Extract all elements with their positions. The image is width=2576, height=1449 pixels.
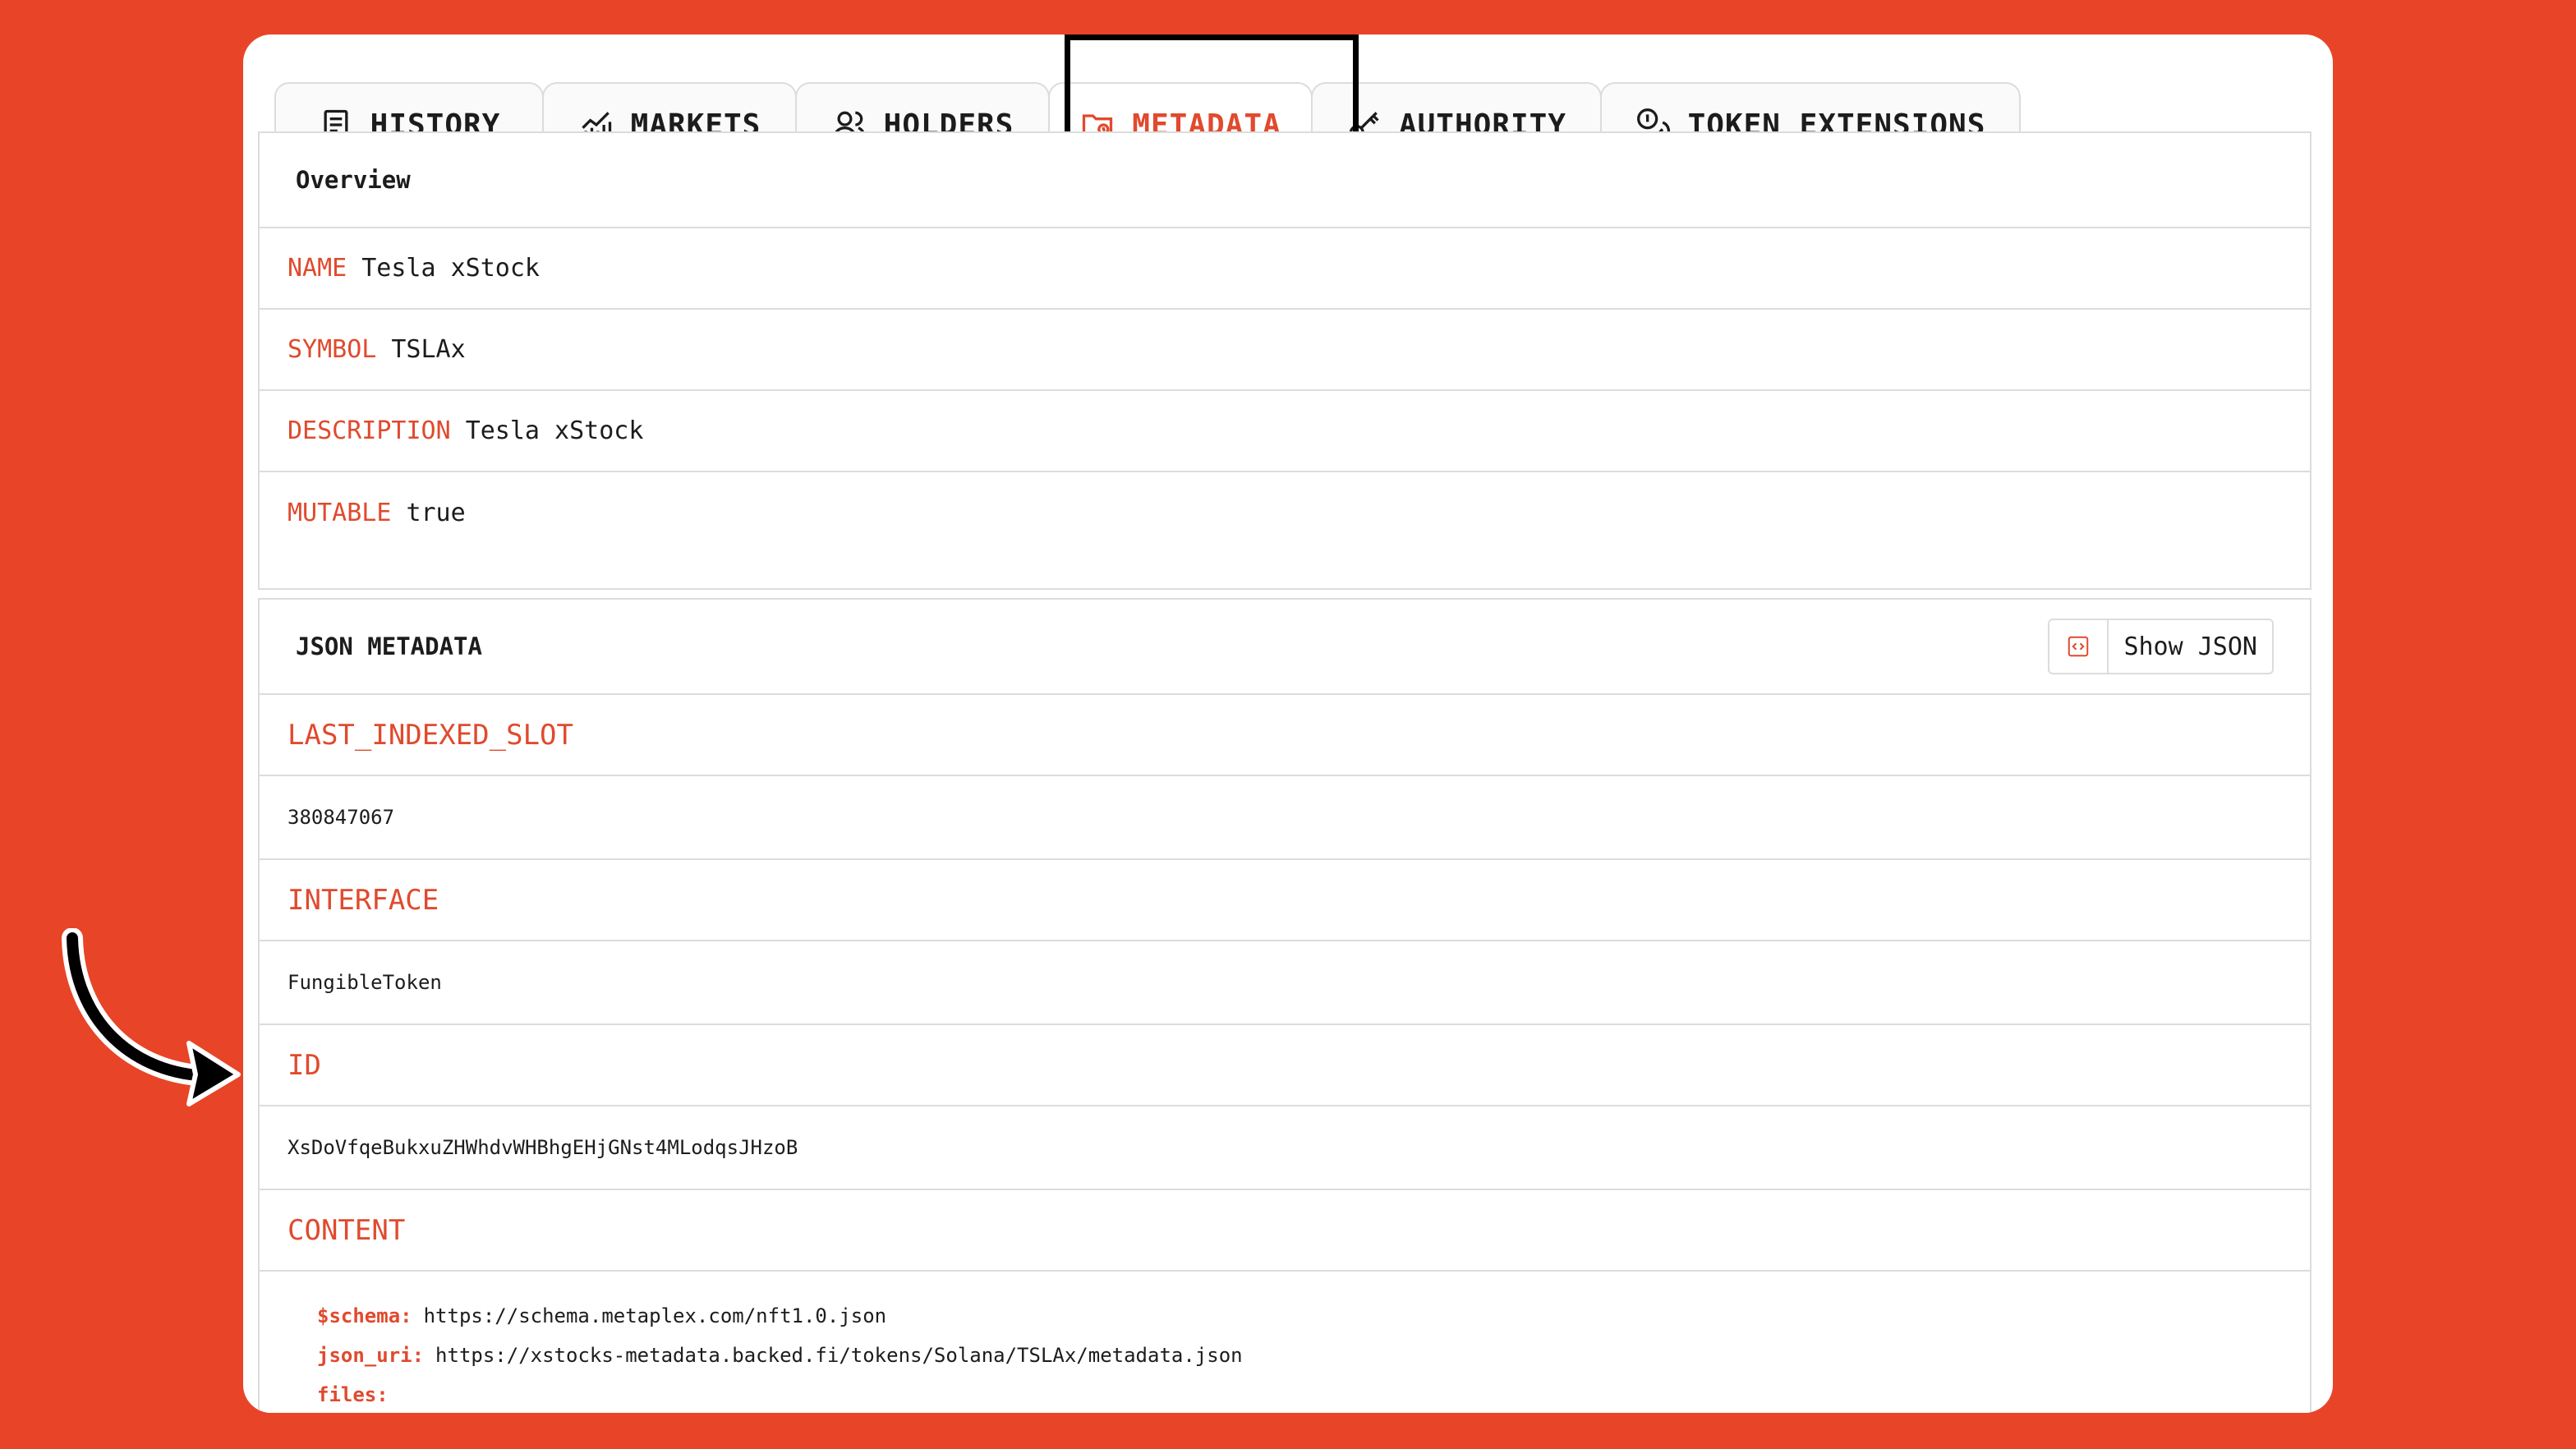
field-key: SYMBOL bbox=[288, 335, 377, 364]
field-value-last-indexed-slot: 380847067 bbox=[260, 776, 2310, 860]
field-key: NAME bbox=[288, 254, 347, 283]
metadata-panel: HISTORY MARKETS HOLDERS METADATA AUTHORI… bbox=[243, 34, 2333, 1413]
json-metadata-header: JSON METADATA Show JSON bbox=[260, 600, 2310, 695]
content-key: json_uri: bbox=[317, 1344, 425, 1367]
content-value: https://xstocks-metadata.backed.fi/token… bbox=[435, 1344, 1243, 1367]
annotation-arrow-icon bbox=[62, 928, 241, 1106]
content-value: https://schema.metaplex.com/nft1.0.json bbox=[423, 1304, 887, 1327]
field-key-last-indexed-slot: LAST_INDEXED_SLOT bbox=[260, 695, 2310, 776]
overview-title: Overview bbox=[260, 133, 2310, 228]
field-key: MUTABLE bbox=[288, 499, 392, 527]
content-key: files: bbox=[317, 1383, 389, 1406]
content-line-json-uri: json_uri: https://xstocks-metadata.backed… bbox=[317, 1336, 2310, 1375]
code-icon bbox=[2049, 620, 2109, 673]
json-metadata-title: JSON METADATA bbox=[296, 632, 482, 660]
overview-row-symbol: SYMBOL TSLAx bbox=[260, 310, 2310, 391]
field-key: DESCRIPTION bbox=[288, 416, 451, 445]
field-value: Tesla xStock bbox=[361, 254, 540, 283]
show-json-label: Show JSON bbox=[2123, 632, 2257, 661]
field-value-id: XsDoVfqeBukxuZHWhdvWHBhgEHjGNst4MLodqsJH… bbox=[260, 1106, 2310, 1190]
overview-row-name: NAME Tesla xStock bbox=[260, 228, 2310, 310]
field-key-interface: INTERFACE bbox=[260, 860, 2310, 941]
json-metadata-section: JSON METADATA Show JSON LAST_INDEXED_SLO… bbox=[258, 598, 2312, 1413]
overview-row-description: DESCRIPTION Tesla xStock bbox=[260, 391, 2310, 472]
content-body: $schema: https://schema.metaplex.com/nft1… bbox=[260, 1272, 2310, 1413]
field-value: TSLAx bbox=[391, 335, 466, 364]
show-json-button[interactable]: Show JSON bbox=[2048, 619, 2274, 674]
field-key-id: ID bbox=[260, 1025, 2310, 1106]
content-line-files: files: bbox=[317, 1375, 2310, 1413]
overview-row-mutable: MUTABLE true bbox=[260, 472, 2310, 554]
field-value: true bbox=[406, 499, 466, 527]
overview-section: Overview NAME Tesla xStock SYMBOL TSLAx … bbox=[258, 131, 2312, 590]
field-value: Tesla xStock bbox=[465, 416, 644, 445]
field-key-content: CONTENT bbox=[260, 1190, 2310, 1272]
content-key: $schema: bbox=[317, 1304, 412, 1327]
field-value-interface: FungibleToken bbox=[260, 941, 2310, 1025]
content-line-schema: $schema: https://schema.metaplex.com/nft1… bbox=[317, 1296, 2310, 1336]
